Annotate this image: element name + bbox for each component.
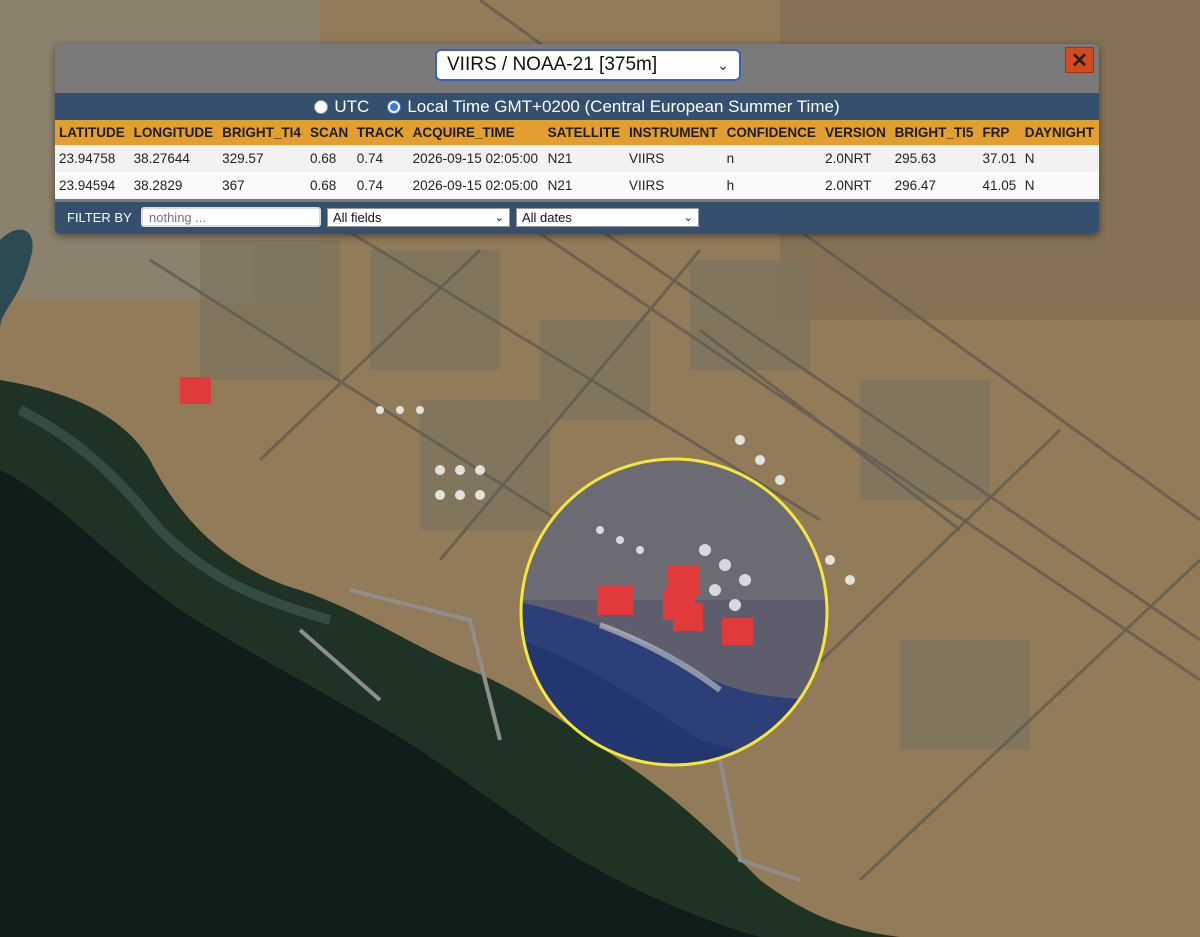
column-header[interactable]: VERSION	[821, 120, 891, 145]
table-cell: 0.68	[305, 172, 353, 199]
timezone-toggle: UTC Local Time GMT+0200 (Central Europea…	[55, 93, 1099, 120]
table-cell: 2026-09-15 02:05:00	[408, 172, 544, 199]
table-cell: 2.0NRT	[821, 145, 891, 172]
table-cell: N	[1020, 145, 1099, 172]
fire-detection-marker	[180, 377, 211, 404]
filter-input[interactable]	[141, 207, 321, 227]
satellite-source-value: VIIRS / NOAA-21 [375m]	[447, 54, 658, 75]
column-header[interactable]: SATELLITE	[543, 120, 626, 145]
column-header[interactable]: SCAN	[305, 120, 353, 145]
table-cell: VIIRS	[625, 145, 723, 172]
table-header-row: LATITUDE LONGITUDE BRIGHT_TI4 SCAN TRACK…	[55, 120, 1099, 145]
column-header[interactable]: TRACK	[352, 120, 409, 145]
column-header[interactable]: LONGITUDE	[129, 120, 219, 145]
table-cell: 2026-09-15 02:05:00	[408, 145, 544, 172]
column-header[interactable]: BRIGHT_TI4	[218, 120, 306, 145]
column-header[interactable]: CONFIDENCE	[722, 120, 822, 145]
table-cell: 295.63	[890, 145, 979, 172]
column-header[interactable]: FRP	[978, 120, 1021, 145]
field-filter-value: All fields	[333, 210, 382, 225]
close-icon: ✕	[1071, 49, 1088, 72]
local-time-radio[interactable]	[387, 99, 402, 114]
table-cell: h	[722, 172, 822, 199]
chevron-down-icon: ⌄	[683, 212, 693, 224]
table-row[interactable]: 23.94594 38.2829 367 0.68 0.74 2026-09-1…	[55, 172, 1099, 199]
column-header[interactable]: ACQUIRE_TIME	[408, 120, 544, 145]
table-cell: 329.57	[218, 145, 306, 172]
table-cell: 23.94594	[55, 172, 130, 199]
column-header[interactable]: INSTRUMENT	[625, 120, 723, 145]
field-filter-select[interactable]: All fields ⌄	[327, 208, 510, 227]
table-cell: VIIRS	[625, 172, 723, 199]
local-time-label: Local Time GMT+0200 (Central European Su…	[407, 96, 840, 116]
table-cell: 38.27644	[129, 145, 219, 172]
table-cell: 37.01	[978, 145, 1021, 172]
close-button[interactable]: ✕	[1065, 47, 1094, 73]
chevron-down-icon: ⌄	[717, 56, 729, 73]
column-header[interactable]: LATITUDE	[55, 120, 130, 145]
table-row[interactable]: 23.94758 38.27644 329.57 0.68 0.74 2026-…	[55, 145, 1099, 172]
panel-header: VIIRS / NOAA-21 [375m] ⌄ ✕	[55, 44, 1099, 92]
table-cell: 296.47	[890, 172, 979, 199]
table-cell: n	[722, 145, 822, 172]
table-cell: 367	[218, 172, 306, 199]
fire-detection-marker	[597, 585, 633, 615]
column-header[interactable]: BRIGHT_TI5	[890, 120, 979, 145]
date-filter-select[interactable]: All dates ⌄	[516, 208, 699, 227]
table-cell: N21	[543, 145, 626, 172]
table-cell: 2.0NRT	[821, 172, 891, 199]
table-cell: 23.94758	[55, 145, 130, 172]
table-cell: 0.74	[352, 172, 409, 199]
filter-label: FILTER BY	[67, 210, 132, 225]
filter-bar: FILTER BY All fields ⌄ All dates ⌄	[55, 202, 1099, 234]
table-cell: 38.2829	[129, 172, 219, 199]
table-cell: 41.05	[978, 172, 1021, 199]
table-cell: 0.68	[305, 145, 353, 172]
fire-data-table: LATITUDE LONGITUDE BRIGHT_TI4 SCAN TRACK…	[55, 120, 1099, 199]
fire-data-panel: VIIRS / NOAA-21 [375m] ⌄ ✕ UTC Local Tim…	[55, 44, 1099, 234]
satellite-source-select[interactable]: VIIRS / NOAA-21 [375m] ⌄	[435, 49, 741, 81]
chevron-down-icon: ⌄	[494, 212, 504, 224]
fire-detection-marker	[673, 603, 703, 631]
table-cell: N21	[543, 172, 626, 199]
table-cell: N	[1020, 172, 1099, 199]
fire-detection-marker	[722, 618, 753, 645]
table-cell: 0.74	[352, 145, 409, 172]
column-header[interactable]: DAYNIGHT	[1020, 120, 1099, 145]
utc-label: UTC	[334, 96, 370, 116]
date-filter-value: All dates	[522, 210, 572, 225]
utc-radio[interactable]	[314, 99, 329, 114]
